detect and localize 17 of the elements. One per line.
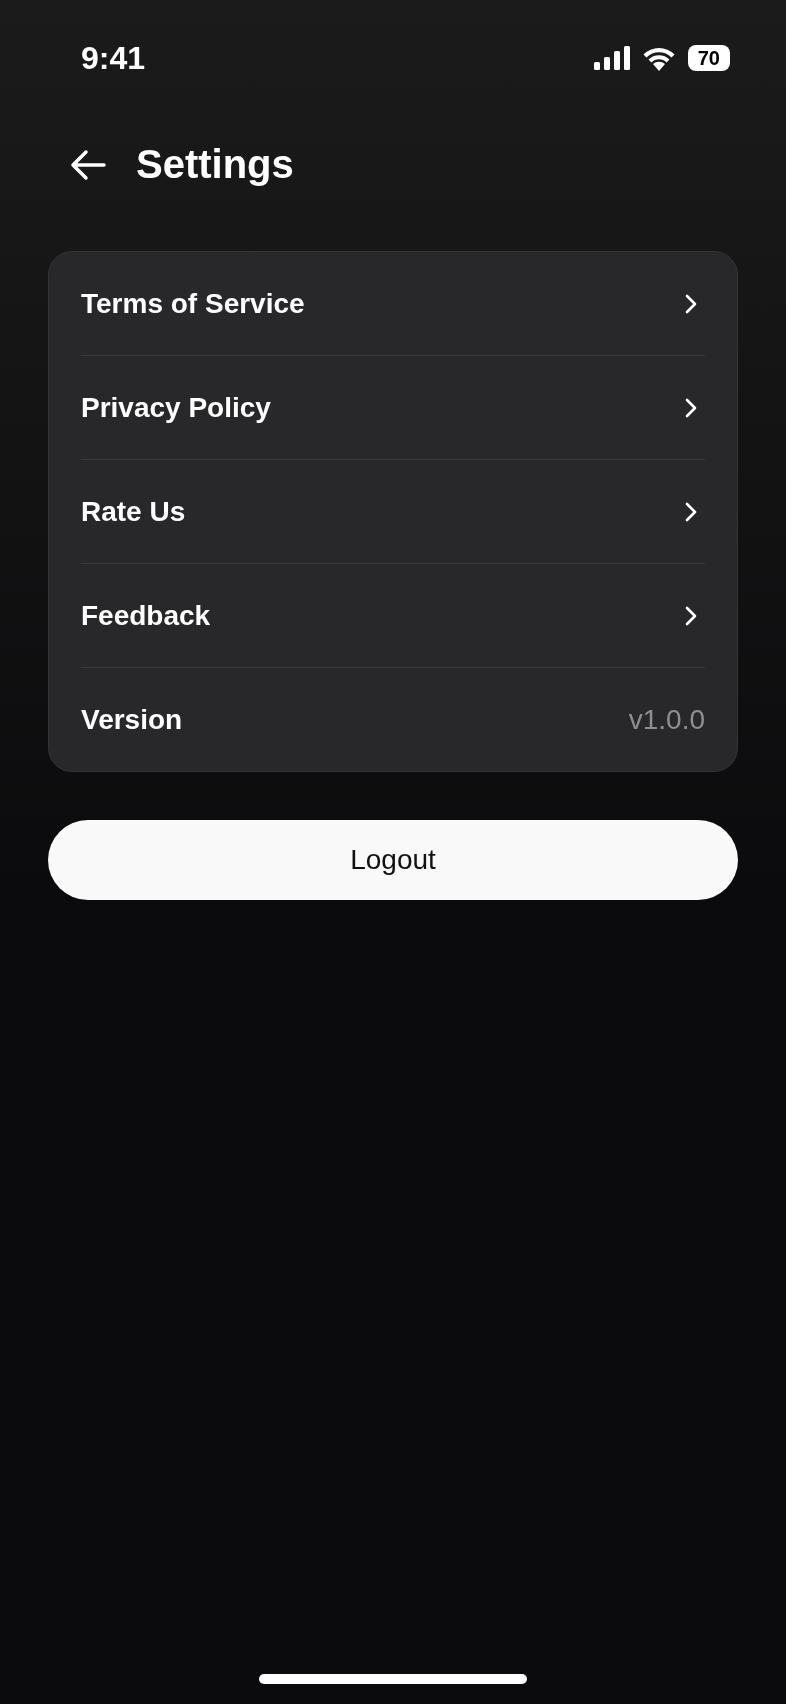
settings-item[interactable]: Rate Us: [81, 460, 705, 563]
screen-title: Settings: [136, 142, 294, 187]
chevron-right-icon: [685, 605, 697, 626]
settings-item[interactable]: Feedback: [81, 564, 705, 667]
chevron-right-icon: [685, 397, 697, 418]
chevron-right-icon: [685, 501, 697, 522]
chevron-right-icon: [685, 293, 697, 314]
logout-button[interactable]: Logout: [48, 820, 738, 900]
signal-icon: [593, 46, 630, 70]
back-button[interactable]: [70, 148, 106, 181]
wifi-icon: [641, 45, 676, 71]
settings-item[interactable]: Privacy Policy: [81, 356, 705, 459]
settings-value: v1.0.0: [628, 703, 705, 736]
settings-item[interactable]: Terms of Service: [81, 252, 705, 355]
status-time: 9:41: [81, 39, 146, 77]
battery-indicator: 70: [687, 45, 730, 71]
settings-label: Version: [81, 703, 183, 736]
